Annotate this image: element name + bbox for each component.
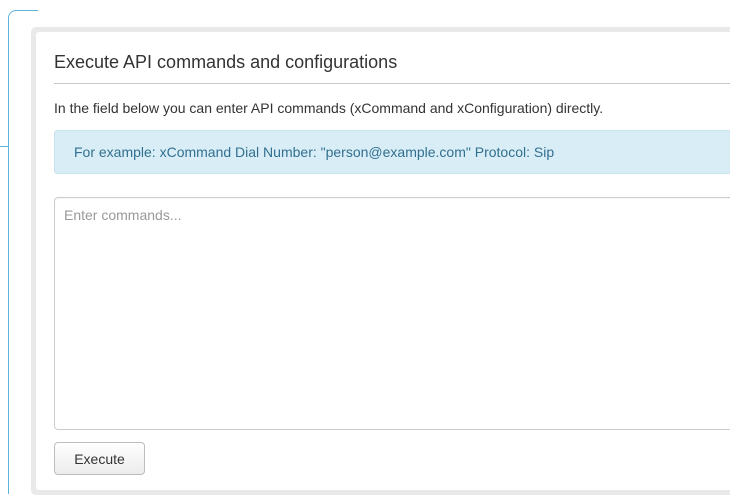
execute-api-panel: Execute API commands and configurations … <box>31 27 730 495</box>
panel-body: Execute API commands and configurations … <box>36 32 730 490</box>
title-divider <box>54 83 730 84</box>
example-info-box: For example: xCommand Dial Number: "pers… <box>54 130 730 174</box>
panel-title: Execute API commands and configurations <box>54 52 398 72</box>
example-text: For example: xCommand Dial Number: "pers… <box>74 144 555 160</box>
section-bracket-tick <box>0 146 9 147</box>
execute-button[interactable]: Execute <box>54 442 145 475</box>
command-input[interactable] <box>54 197 730 430</box>
panel-description: In the field below you can enter API com… <box>54 100 604 116</box>
